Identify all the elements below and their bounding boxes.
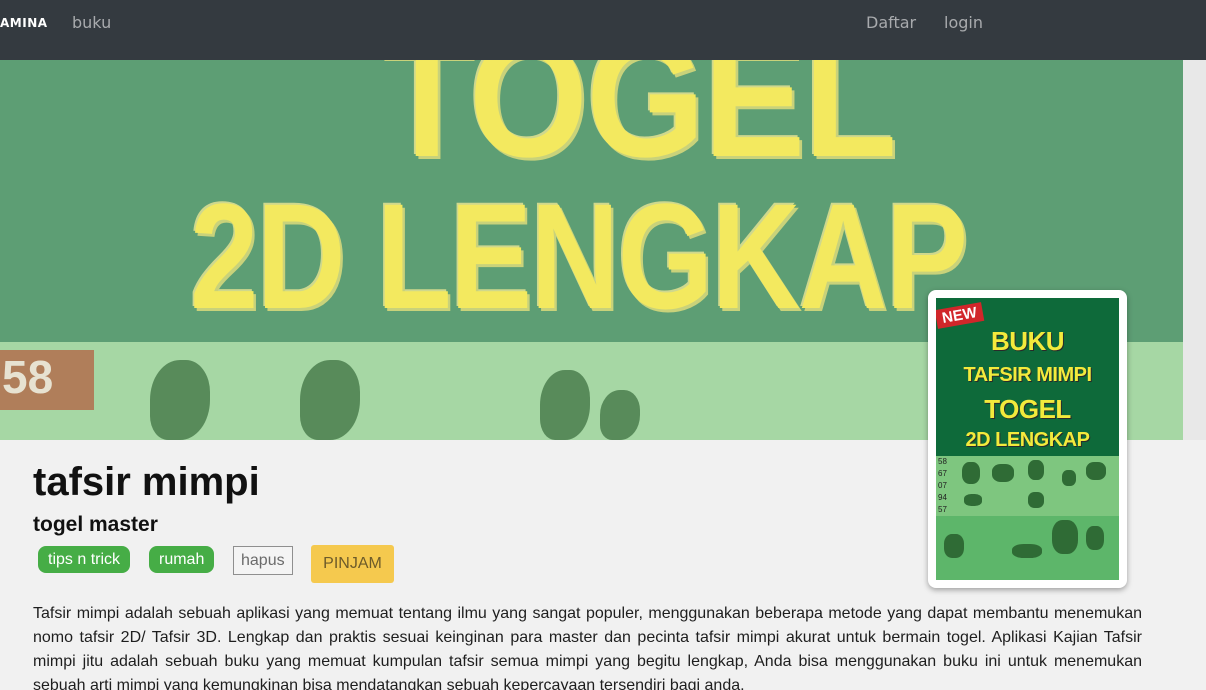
- cover-number: 57: [938, 505, 947, 514]
- nav-link-login[interactable]: login: [944, 13, 983, 32]
- cover-line-1: BUKU: [990, 326, 1065, 356]
- cover-line-4: 2D LENGKAP: [965, 429, 1090, 451]
- borrow-button[interactable]: PINJAM: [311, 545, 394, 583]
- nav-link-buku[interactable]: buku: [72, 13, 111, 32]
- cover-number: 07: [938, 481, 947, 490]
- book-cover-thumbnail: NEW BUKU TAFSIR MIMPI TOGEL 2D LENGKAP 5…: [928, 290, 1127, 588]
- cover-figure: [1012, 544, 1042, 558]
- delete-button[interactable]: hapus: [233, 546, 293, 575]
- hero-figure-4: [600, 390, 640, 440]
- navbar: AMINA buku Daftar login: [0, 0, 1206, 60]
- nav-link-daftar[interactable]: Daftar: [866, 13, 916, 32]
- cover-figure: [944, 534, 964, 558]
- cover-figure: [1028, 492, 1044, 508]
- brand-logo[interactable]: AMINA: [0, 16, 48, 30]
- tag-rumah[interactable]: rumah: [149, 546, 215, 573]
- book-description: Tafsir mimpi adalah sebuah aplikasi yang…: [33, 605, 1142, 690]
- hero-figure-3: [540, 370, 590, 440]
- cover-new-badge: NEW: [936, 302, 985, 329]
- cover-figure: [1086, 462, 1106, 480]
- cover-figure: [992, 464, 1014, 482]
- hero-title-line2: 2D LENGKAP: [190, 172, 968, 340]
- cover-figure: [1086, 526, 1104, 550]
- book-author: togel master: [33, 513, 158, 536]
- cover-line-3: TOGEL: [984, 394, 1071, 424]
- hero-figure-2: [300, 360, 360, 440]
- cover-figure: [962, 462, 980, 484]
- hero-figure-1: [150, 360, 210, 440]
- cover-number: 94: [938, 493, 947, 502]
- cover-numbers: 58 67 07 94 57: [938, 456, 947, 516]
- cover-number: 67: [938, 469, 947, 478]
- cover-figure: [1062, 470, 1076, 486]
- cover-number: 58: [938, 457, 947, 466]
- book-cover-image: NEW BUKU TAFSIR MIMPI TOGEL 2D LENGKAP 5…: [936, 298, 1119, 580]
- hero-number: 58: [0, 350, 94, 410]
- cover-figure: [1052, 520, 1078, 554]
- cover-figure: [964, 494, 982, 506]
- cover-line-2: TAFSIR MIMPI: [963, 364, 1092, 386]
- tag-tips-n-trick[interactable]: tips n trick: [38, 546, 131, 573]
- cover-figure: [1028, 460, 1044, 480]
- hero-scroll-edge: [1183, 60, 1206, 440]
- book-title: tafsir mimpi: [33, 460, 260, 504]
